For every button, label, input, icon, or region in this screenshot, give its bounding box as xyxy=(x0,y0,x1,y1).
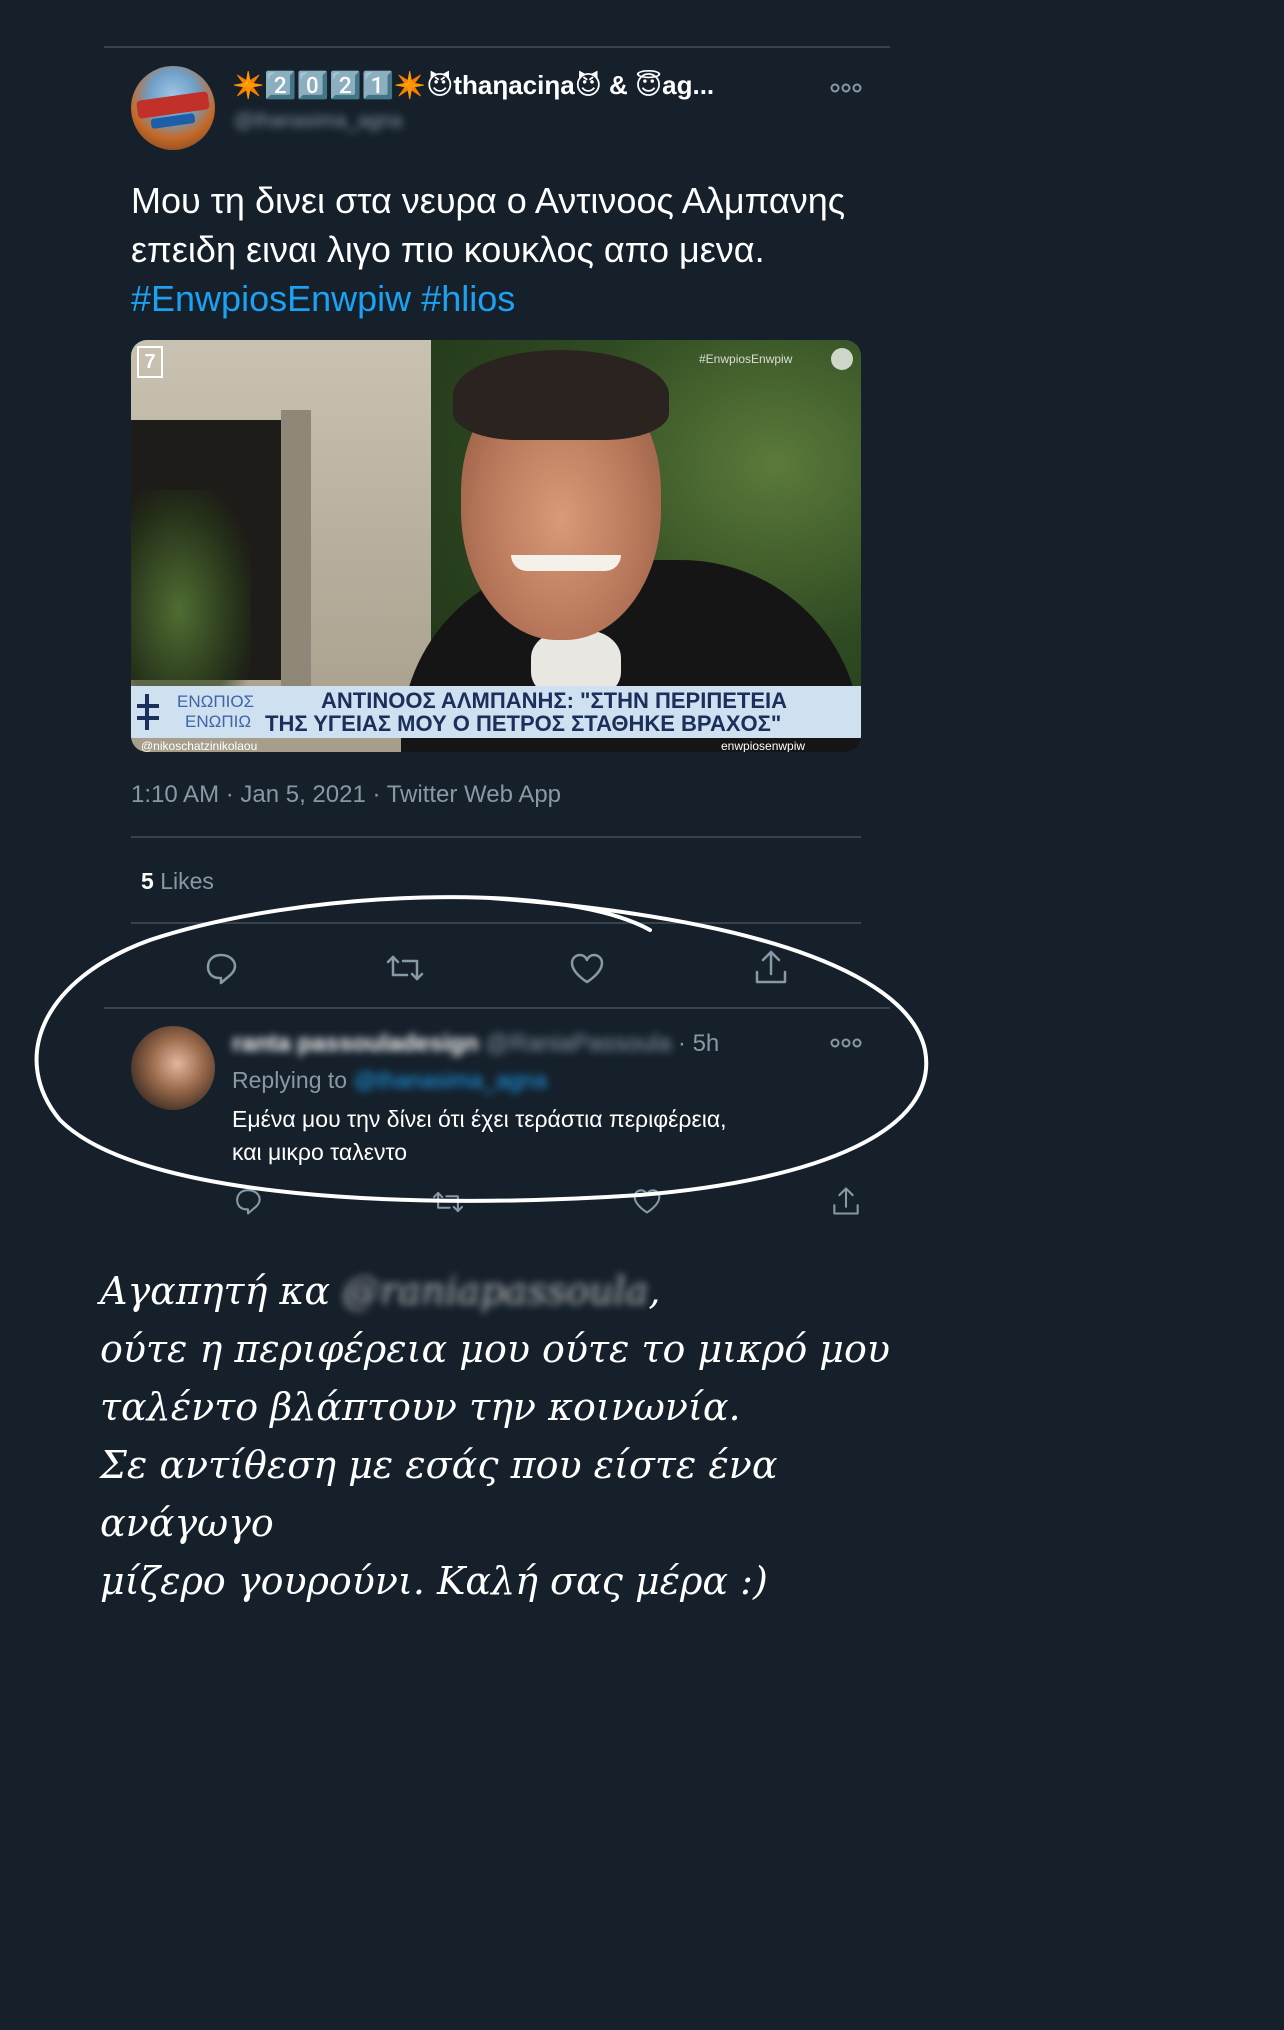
caption-line2: ΤΗΣ ΥΓΕΙΑΣ ΜΟΥ Ο ΠΕΤΡΟΣ ΣΤΑΘΗΚΕ ΒΡΑΧΟΣ" xyxy=(265,711,782,736)
media-watermark: #EnwpiosEnwpiw xyxy=(699,352,793,366)
actions-divider xyxy=(104,1007,890,1009)
story-line2: ούτε η περιφέρεια μου ούτε το μικρό μου xyxy=(100,1327,890,1371)
reply-reply-icon[interactable] xyxy=(233,1186,263,1216)
reply-like-icon[interactable] xyxy=(631,1187,663,1215)
reply-header: ranta passouladesign @RaniaPassoula · 5h xyxy=(232,1030,719,1058)
story-line1-suffix: , xyxy=(648,1269,661,1313)
like-icon[interactable] xyxy=(568,951,606,985)
reply-avatar[interactable] xyxy=(131,1026,215,1110)
top-divider xyxy=(104,46,890,48)
reply-text-line1: Εμένα μου την δίνει ότι έχει τεράστια πε… xyxy=(232,1106,727,1132)
story-line1-prefix: Αγαπητή κα xyxy=(100,1269,331,1313)
tweet-text: Μου τη δινει στα νευρα ο Αντινοος Αλμπαν… xyxy=(131,180,846,270)
story-caption: Αγαπητή κα @raniapassoula, ούτε η περιφέ… xyxy=(100,1262,960,1610)
tweet-media[interactable]: 7 #EnwpiosEnwpiw ΕΝΩΠΙΟΣ ΕΝΩΠΙΩ ΑΝΤΙΝΟΟΣ… xyxy=(131,340,861,752)
lower-third: ΕΝΩΠΙΟΣ ΕΝΩΠΙΩ ΑΝΤΙΝΟΟΣ ΑΛΜΠΑΝΗΣ: "ΣΤΗΝ … xyxy=(131,686,861,738)
replying-to-handle[interactable]: @thanasima_agna xyxy=(353,1067,546,1093)
hashtag-hlios[interactable]: #hlios xyxy=(421,278,515,319)
likes-label: Likes xyxy=(160,868,214,894)
media-credit-right: enwpiosenwpiw xyxy=(721,739,806,752)
likes-count: 5 xyxy=(141,868,154,894)
author-display-name[interactable]: ✴️2️⃣0️⃣2️⃣1️⃣✴️😈thaηaciηa😈 & 😇ag... xyxy=(232,70,802,101)
story-line3: ταλέντο βλάπτουν την κοινωνία. xyxy=(100,1385,741,1429)
tweet-text-block: Μου τη δινει στα νευρα ο Αντινοος Αλμπαν… xyxy=(131,176,851,323)
retweet-icon[interactable] xyxy=(385,951,425,985)
share-icon[interactable] xyxy=(753,948,789,986)
reply-more-options-icon[interactable] xyxy=(830,1037,862,1049)
story-line5: μίζερο γουρούνι. Καλή σας μέρα :) xyxy=(100,1559,768,1603)
stats-divider xyxy=(131,922,861,924)
more-options-icon[interactable] xyxy=(830,82,862,94)
story-line1: Αγαπητή κα @raniapassoula, xyxy=(100,1262,960,1320)
story-line4: Σε αντίθεση με εσάς που είστε ένα ανάγωγ… xyxy=(100,1443,778,1545)
reply-author-name[interactable]: ranta passouladesign xyxy=(232,1030,479,1057)
show-logo-mark xyxy=(137,694,159,730)
reply-share-icon[interactable] xyxy=(831,1185,861,1217)
likes-count-row[interactable]: 5 Likes xyxy=(141,868,214,895)
show-name-line2: ΕΝΩΠΙΩ xyxy=(185,712,252,731)
tweet-timestamp[interactable]: 1:10 AM · Jan 5, 2021 · Twitter Web App xyxy=(131,781,561,809)
reply-icon[interactable] xyxy=(203,950,239,986)
story-line1-handle: @raniapassoula xyxy=(342,1269,649,1313)
author-handle[interactable]: @thanasima_agna xyxy=(234,110,402,133)
media-credit-left: @nikoschatzinikolaou xyxy=(141,739,258,752)
hashtag-enwpios[interactable]: #EnwpiosEnwpiw xyxy=(131,278,411,319)
settings-gear-icon[interactable] xyxy=(831,348,853,370)
author-avatar[interactable] xyxy=(131,66,215,150)
reply-author-handle[interactable]: @RaniaPassoula xyxy=(485,1030,671,1057)
reply-time: · 5h xyxy=(677,1030,720,1057)
replying-to-label: Replying to xyxy=(232,1067,348,1093)
show-name-line1: ΕΝΩΠΙΟΣ xyxy=(177,692,255,711)
reply-retweet-icon[interactable] xyxy=(431,1188,465,1216)
replying-to-row: Replying to @thanasima_agna xyxy=(232,1067,547,1094)
meta-divider xyxy=(131,836,861,838)
channel-logo: 7 xyxy=(137,346,163,378)
reply-text-line2: και μικρο ταλεντο xyxy=(232,1139,408,1165)
